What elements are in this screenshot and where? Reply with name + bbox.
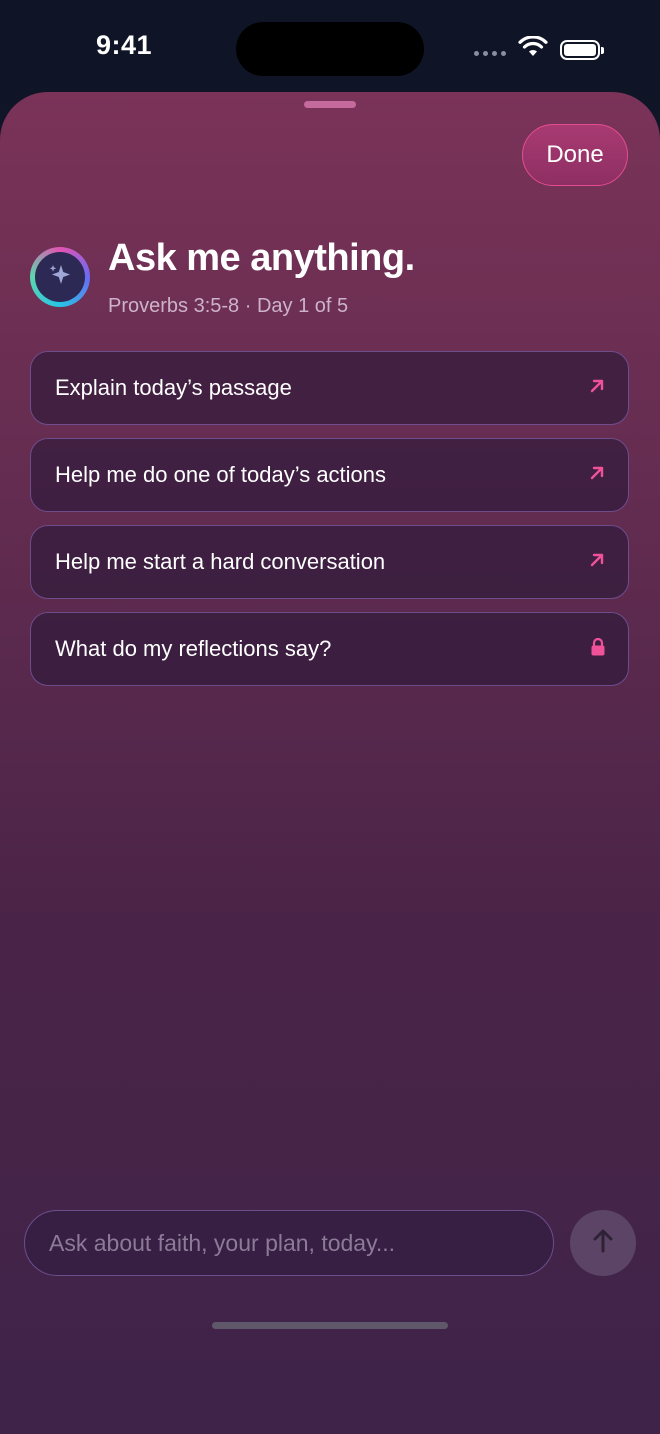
suggestion-label: Help me start a hard conversation <box>55 549 386 574</box>
suggestion-hard-conversation[interactable]: Help me start a hard conversation <box>30 525 629 599</box>
sparkle-icon <box>46 261 74 294</box>
suggestion-list: Explain today’s passage Help me do one o… <box>30 351 629 699</box>
suggestion-label: What do my reflections say? <box>55 636 332 661</box>
wifi-icon <box>518 35 548 63</box>
assistant-avatar <box>30 247 90 307</box>
screen: 9:41 Done Ask me anything. Proverbs 3:5-… <box>0 0 660 1434</box>
status-icons <box>474 35 604 63</box>
suggestion-label: Explain today’s passage <box>55 375 292 400</box>
plan-subtitle: Proverbs 3:5-8 · Day 1 of 5 <box>108 295 349 317</box>
home-indicator <box>212 1322 448 1329</box>
lock-icon <box>590 637 606 662</box>
arrow-up-right-icon <box>588 464 606 487</box>
page-title: Ask me anything. <box>108 237 415 279</box>
suggestion-todays-actions[interactable]: Help me do one of today’s actions <box>30 438 629 512</box>
dynamic-island <box>236 22 424 76</box>
send-button[interactable] <box>570 1210 636 1276</box>
suggestion-label: Help me do one of today’s actions <box>55 462 387 487</box>
status-time: 9:41 <box>96 30 153 60</box>
ask-input-wrapper <box>24 1210 554 1276</box>
suggestion-reflections[interactable]: What do my reflections say? <box>30 612 629 686</box>
arrow-up-icon <box>591 1228 615 1259</box>
suggestion-explain-passage[interactable]: Explain today’s passage <box>30 351 629 425</box>
battery-icon <box>560 39 604 60</box>
arrow-up-right-icon <box>588 551 606 574</box>
sheet-grabber[interactable] <box>304 101 356 108</box>
arrow-up-right-icon <box>588 377 606 400</box>
signal-dots-icon <box>474 51 506 56</box>
done-button[interactable]: Done <box>522 124 628 186</box>
ask-input[interactable] <box>47 1228 531 1258</box>
